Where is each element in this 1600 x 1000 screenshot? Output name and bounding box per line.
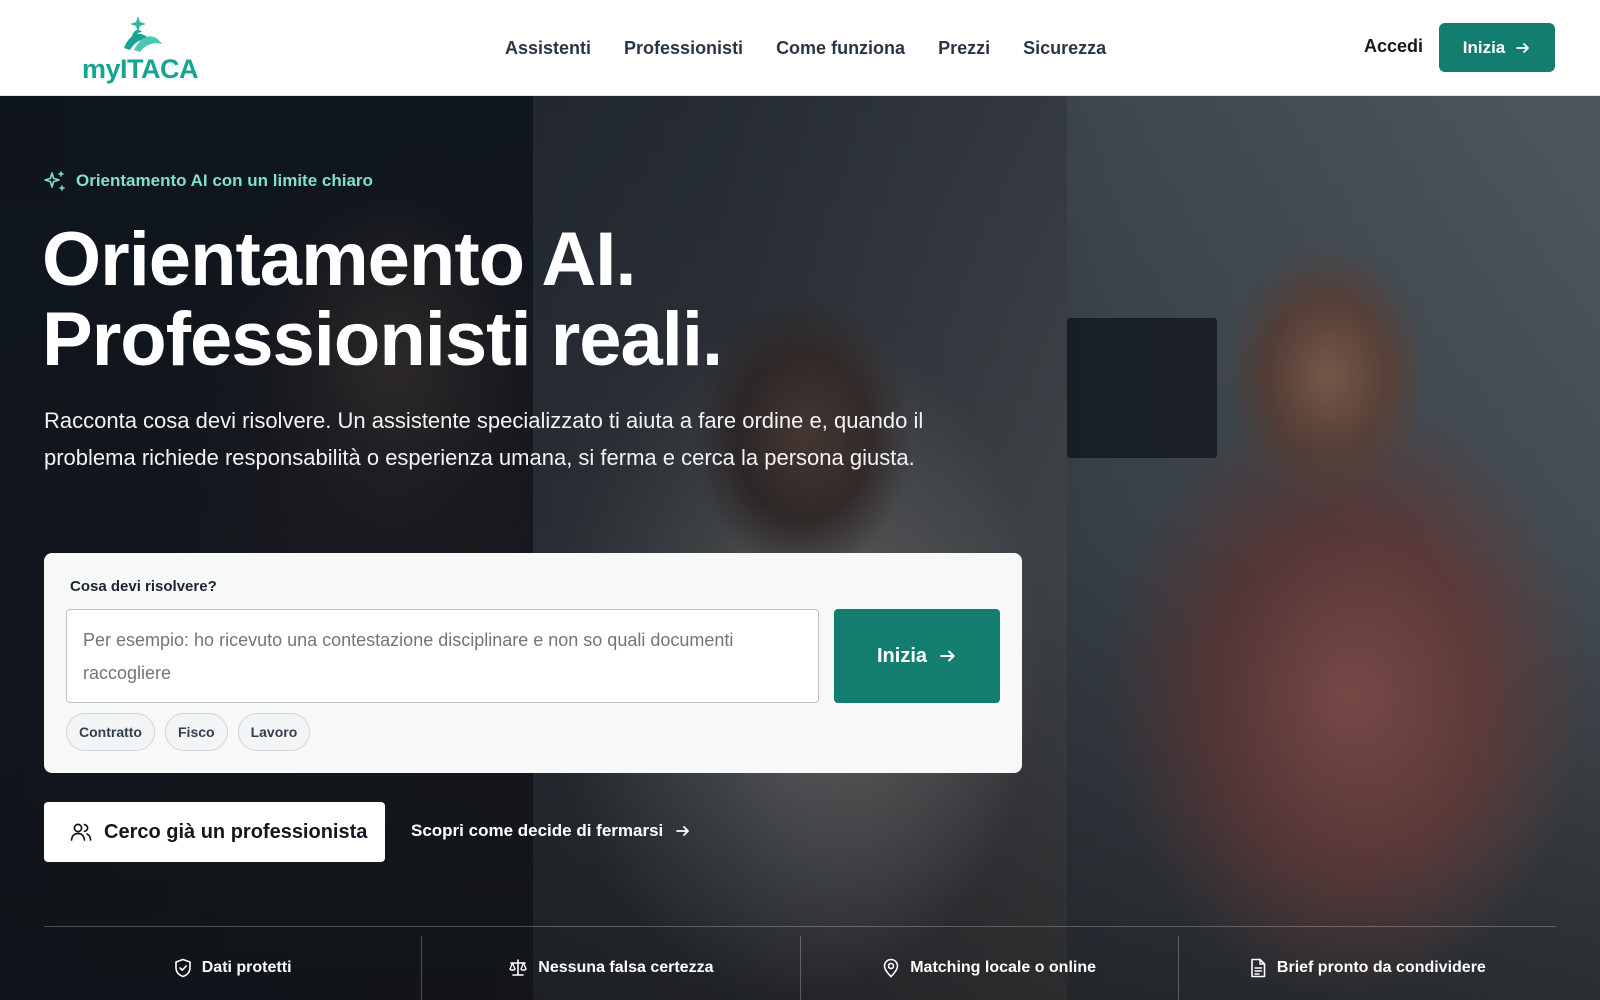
problem-textarea[interactable] (66, 609, 819, 703)
arrow-right-icon (940, 650, 955, 662)
nav-item-professionisti[interactable]: Professionisti (624, 38, 743, 59)
nav-item-prezzi[interactable]: Prezzi (938, 38, 990, 59)
header-start-button[interactable]: Inizia (1439, 23, 1555, 72)
main-nav: Assistenti Professionisti Come funziona … (505, 0, 1139, 96)
trust-item-data-protected: Dati protetti (44, 936, 423, 1000)
scale-icon (509, 959, 527, 976)
trust-bar-divider (44, 926, 1556, 927)
nav-item-assistenti[interactable]: Assistenti (505, 38, 591, 59)
arrow-right-icon (1516, 42, 1530, 53)
hero-eyebrow: Orientamento AI con un limite chiaro (44, 170, 373, 192)
hero-headline-line1: Orientamento AI. (42, 217, 636, 302)
brand-wordmark: myITACA (82, 54, 199, 84)
document-icon (1251, 958, 1266, 978)
find-professional-label: Cerco già un professionista (104, 820, 368, 843)
trust-bar: Dati protetti Nessuna falsa certezza Mat… (44, 936, 1556, 1000)
login-link[interactable]: Accedi (1364, 36, 1423, 57)
hero-section: Orientamento AI con un limite chiaro Ori… (0, 96, 1600, 1000)
trust-item-matching: Matching locale o online (801, 936, 1179, 1000)
discover-link-label: Scopri come decide di fermarsi (411, 821, 664, 840)
hero-headline: Orientamento AI. Professionisti reali. (42, 217, 723, 382)
map-pin-icon (883, 958, 899, 978)
problem-submit-button[interactable]: Inizia (834, 609, 1000, 703)
hero-headline-line2: Professionisti reali. (42, 297, 723, 382)
logo-mark-icon (124, 16, 162, 52)
trust-label-matching: Matching locale o online (910, 959, 1097, 976)
discover-link[interactable]: Scopri come decide di fermarsi (411, 816, 691, 846)
hero-lead-paragraph: Racconta cosa devi risolvere. Un assiste… (44, 408, 924, 470)
brand-logo[interactable]: myITACA (82, 14, 202, 84)
nav-item-come-funziona[interactable]: Come funziona (776, 38, 905, 59)
chip-contratto[interactable]: Contratto (66, 713, 155, 751)
problem-input-card: Cosa devi risolvere? Inizia Contratto Fi… (44, 553, 1022, 773)
shield-check-icon (174, 958, 191, 978)
chip-fisco[interactable]: Fisco (165, 713, 228, 751)
problem-input-label: Cosa devi risolvere? (70, 578, 217, 595)
find-professional-button[interactable]: Cerco già un professionista (44, 802, 385, 862)
hero-eyebrow-text: Orientamento AI con un limite chiaro (76, 171, 373, 190)
trust-label-no-false-certainty: Nessuna falsa certezza (538, 959, 714, 976)
trust-item-no-false-certainty: Nessuna falsa certezza (422, 936, 801, 1000)
arrow-right-icon (676, 826, 690, 836)
trust-label-data-protected: Dati protetti (201, 959, 292, 976)
users-icon (70, 823, 92, 841)
trust-label-brief: Brief pronto da condividere (1276, 959, 1486, 976)
trust-item-brief: Brief pronto da condividere (1179, 936, 1556, 1000)
topic-chips: Contratto Fisco Lavoro (66, 713, 311, 751)
chip-lavoro[interactable]: Lavoro (237, 713, 311, 751)
nav-item-sicurezza[interactable]: Sicurezza (1023, 38, 1106, 59)
problem-submit-label: Inizia (876, 644, 927, 667)
header-start-label: Inizia (1462, 37, 1506, 57)
top-navigation-bar: myITACA Assistenti Professionisti Come f… (0, 0, 1600, 96)
sparkles-icon (44, 171, 65, 191)
